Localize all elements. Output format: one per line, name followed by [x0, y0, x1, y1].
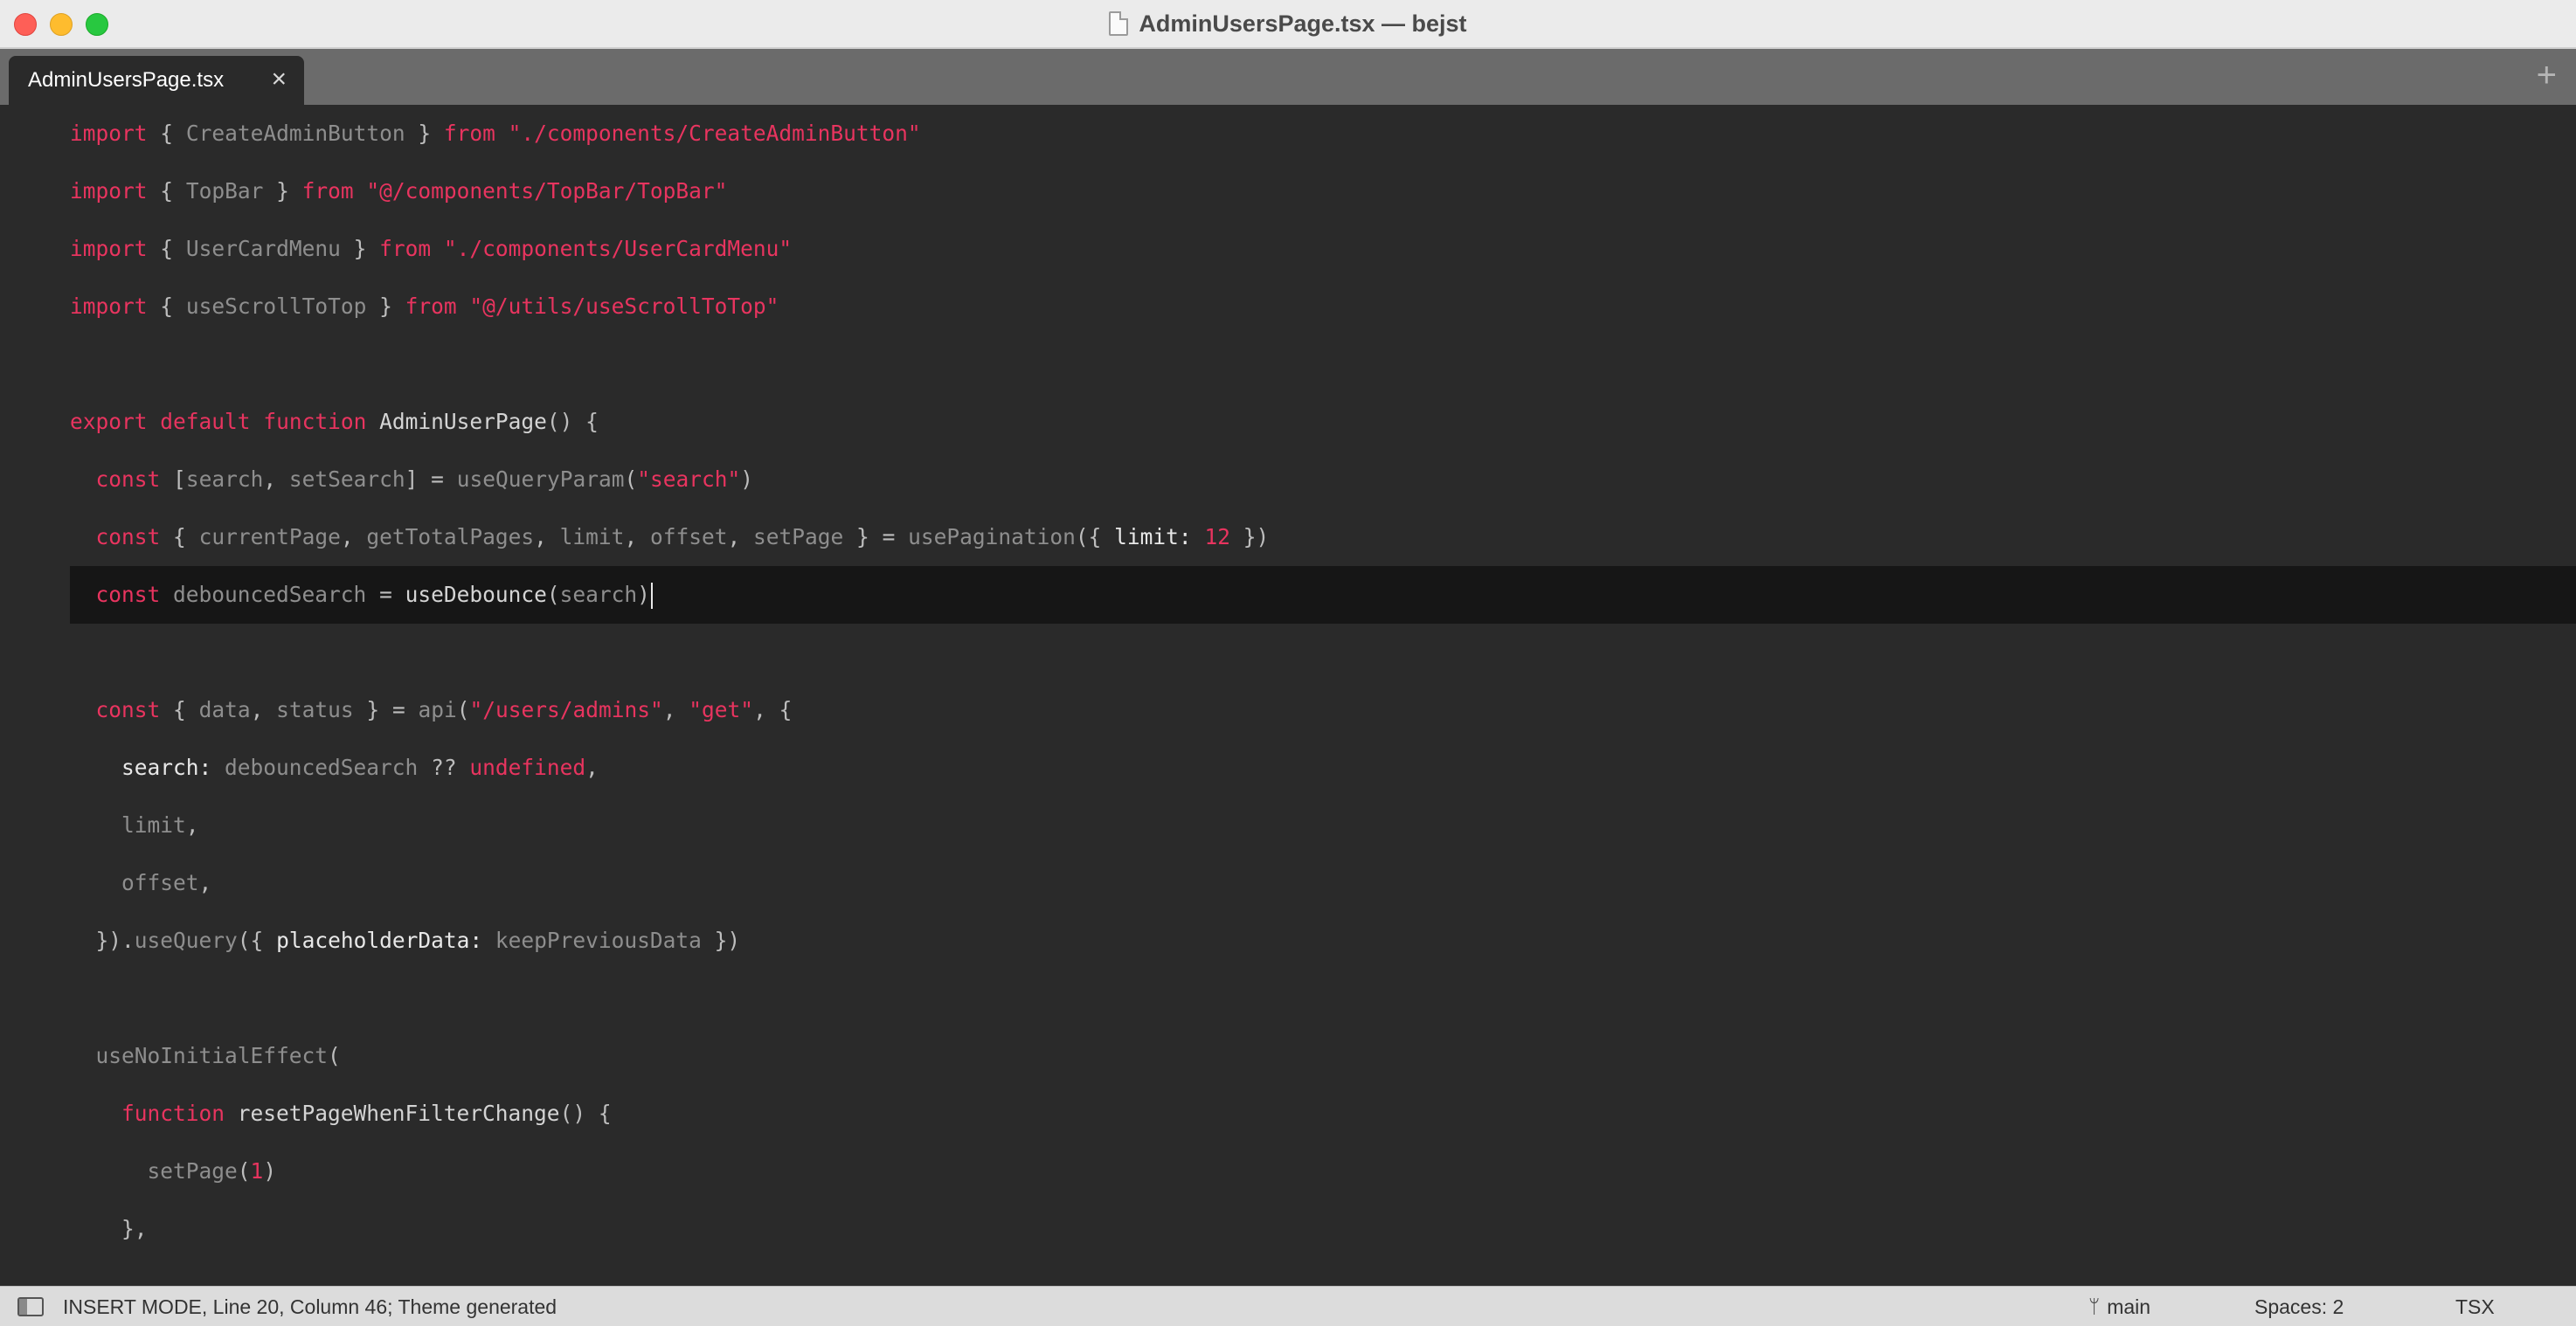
code-line[interactable]: const { data, status } = api("/users/adm… [70, 681, 2576, 739]
code-line[interactable]: setPage(1) [70, 1143, 2576, 1200]
toggle-sidebar-icon[interactable] [17, 1297, 44, 1316]
minimize-window-button[interactable] [50, 13, 73, 36]
code-line[interactable] [70, 335, 2576, 393]
git-branch-icon: ᛘ [2088, 1296, 2101, 1318]
git-branch-name: main [2107, 1295, 2151, 1318]
code-line[interactable]: offset, [70, 854, 2576, 912]
code-line[interactable]: limit, [70, 797, 2576, 854]
code-line[interactable]: import { TopBar } from "@/components/Top… [70, 162, 2576, 220]
tab-label: AdminUsersPage.tsx [28, 68, 225, 92]
code-line[interactable]: import { UserCardMenu } from "./componen… [70, 220, 2576, 278]
code-editor[interactable]: import { CreateAdminButton } from "./com… [0, 105, 2576, 1286]
code-line[interactable]: import { CreateAdminButton } from "./com… [70, 105, 2576, 162]
code-line[interactable]: }, [70, 1200, 2576, 1258]
code-line[interactable] [70, 624, 2576, 681]
status-bar: INSERT MODE, Line 20, Column 46; Theme g… [0, 1286, 2576, 1326]
status-mode-text: INSERT MODE, Line 20, Column 46; Theme g… [63, 1295, 557, 1318]
git-branch-indicator[interactable]: ᛘ main [2088, 1295, 2150, 1319]
code-line[interactable] [70, 970, 2576, 1027]
code-line[interactable]: search: debouncedSearch ?? undefined, [70, 739, 2576, 797]
code-line[interactable]: import { useScrollToTop } from "@/utils/… [70, 278, 2576, 335]
new-tab-plus-icon[interactable]: + [2537, 58, 2557, 93]
code-line-current[interactable]: const debouncedSearch = useDebounce(sear… [70, 566, 2576, 624]
code-line[interactable]: }).useQuery({ placeholderData: keepPrevi… [70, 912, 2576, 970]
window-controls [14, 13, 108, 36]
title-bar: AdminUsersPage.tsx — bejst [0, 0, 2576, 49]
tab-bar: AdminUsersPage.tsx × + [0, 49, 2576, 105]
code-line[interactable]: const { currentPage, getTotalPages, limi… [70, 508, 2576, 566]
zoom-window-button[interactable] [86, 13, 108, 36]
code-line[interactable]: function resetPageWhenFilterChange() { [70, 1085, 2576, 1143]
window-title: AdminUsersPage.tsx — bejst [1139, 10, 1467, 37]
window-title-group: AdminUsersPage.tsx — bejst [1109, 10, 1467, 38]
code-line[interactable]: export default function AdminUserPage() … [70, 393, 2576, 451]
syntax-language[interactable]: TSX [2455, 1295, 2495, 1319]
tab-adminuserspage[interactable]: AdminUsersPage.tsx × [9, 56, 304, 105]
close-window-button[interactable] [14, 13, 37, 36]
document-icon [1109, 11, 1129, 36]
text-caret [650, 583, 653, 609]
tab-close-icon[interactable]: × [271, 66, 287, 93]
code-line[interactable]: useNoInitialEffect( [70, 1027, 2576, 1085]
code-line[interactable]: const [search, setSearch] = useQueryPara… [70, 451, 2576, 508]
indentation-setting[interactable]: Spaces: 2 [2254, 1295, 2344, 1319]
